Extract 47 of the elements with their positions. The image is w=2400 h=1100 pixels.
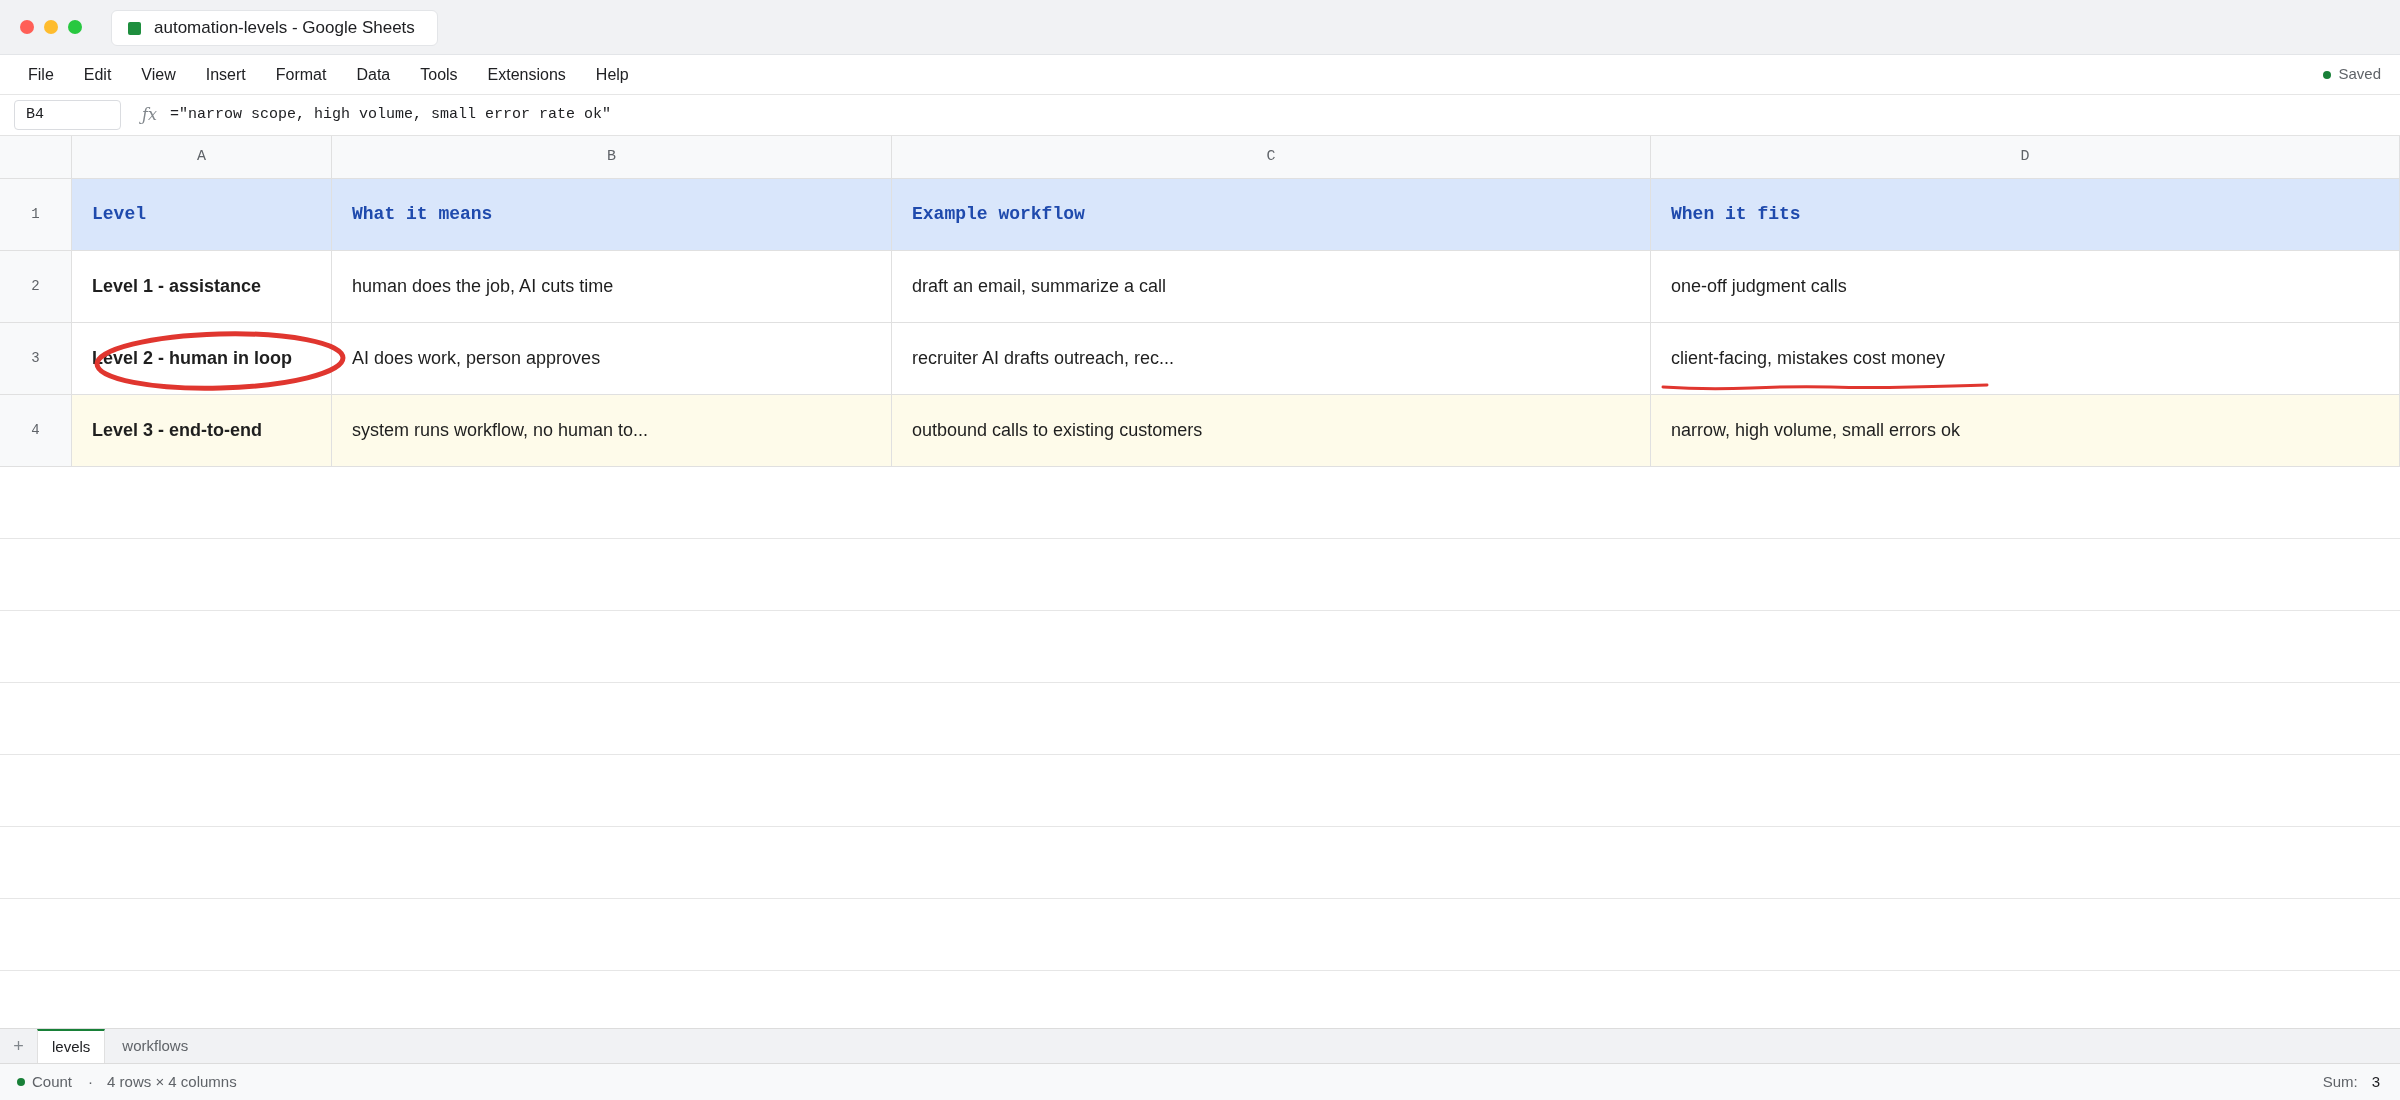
table-cell[interactable]: outbound calls to existing customers	[892, 395, 1651, 466]
table-cell[interactable]: one-off judgment calls	[1651, 251, 2400, 322]
menu-item[interactable]: Data	[341, 59, 406, 90]
menu-item[interactable]: Format	[260, 59, 342, 90]
sum-label: Sum:	[2322, 1071, 2358, 1092]
table-cell[interactable]: When it fits	[1651, 179, 2400, 250]
table-cell[interactable]: Example workflow	[892, 179, 1651, 250]
row-number[interactable]: 3	[0, 323, 72, 394]
formula-field[interactable]: ="narrow scope, high volume, small error rate ok"	[169, 103, 2400, 127]
menu-item[interactable]: File	[13, 59, 69, 90]
table-cell[interactable]: recruiter AI drafts outreach, rec...	[892, 323, 1651, 394]
aggregate-label[interactable]: Count	[32, 1070, 73, 1094]
table-cell[interactable]: system runs workflow, no human to...	[332, 395, 892, 466]
document-tab[interactable]: automation-levels - Google Sheets	[111, 10, 438, 46]
menu-item[interactable]: Extensions	[472, 59, 581, 90]
sheet-tab[interactable]: workflows	[105, 1029, 206, 1063]
sheet-tab[interactable]: levels	[37, 1029, 106, 1063]
table-cell[interactable]: AI does work, person approves	[332, 323, 892, 394]
table-cell[interactable]: Level 1 - assistance	[72, 251, 332, 322]
column-header[interactable]: C	[892, 136, 1651, 178]
cell-reference-field[interactable]: B4	[14, 100, 121, 130]
table-cell[interactable]: What it means	[332, 179, 892, 250]
save-status: Saved	[2338, 64, 2381, 85]
menu-item[interactable]: Edit	[68, 59, 127, 90]
table-cell[interactable]: narrow, high volume, small errors ok	[1651, 395, 2400, 466]
menu-item[interactable]: Insert	[190, 59, 261, 90]
sheet-icon	[128, 21, 141, 35]
minimize-icon[interactable]	[44, 20, 58, 34]
separator: ·	[88, 1071, 94, 1092]
menu-item[interactable]: Tools	[405, 59, 473, 90]
menu-item[interactable]: View	[126, 59, 191, 90]
table-cell[interactable]: client-facing, mistakes cost money	[1651, 323, 2400, 394]
column-header[interactable]: B	[332, 136, 892, 178]
maximize-icon[interactable]	[68, 20, 82, 34]
column-header[interactable]: D	[1651, 136, 2400, 178]
table-cell[interactable]: human does the job, AI cuts time	[332, 251, 892, 322]
table-cell[interactable]: Level	[72, 179, 332, 250]
row-number[interactable]: 2	[0, 251, 72, 322]
row-number[interactable]: 4	[0, 395, 72, 466]
sum-value: 3	[2371, 1071, 2380, 1092]
close-icon[interactable]	[20, 20, 34, 34]
menu-item[interactable]: Help	[580, 59, 644, 90]
selection-summary: 4 rows × 4 columns	[107, 1071, 237, 1092]
table-cell[interactable]: draft an email, summarize a call	[892, 251, 1651, 322]
table-cell[interactable]: Level 3 - end-to-end	[72, 395, 332, 466]
column-header[interactable]: A	[72, 136, 332, 178]
row-number[interactable]: 1	[0, 179, 72, 250]
